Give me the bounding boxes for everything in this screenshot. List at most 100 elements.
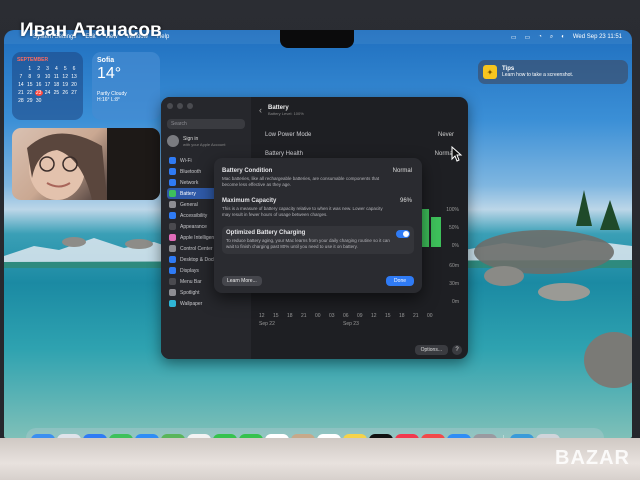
laptop-base (0, 438, 640, 480)
sidebar-item-label: Bluetooth (180, 168, 202, 175)
seller-watermark: Иван Атанасов (20, 20, 162, 41)
sidebar-item-label: Spotlight (180, 289, 200, 296)
sidebar-item-label: General (180, 201, 198, 208)
chart-x-tick-label: 06 (343, 313, 349, 319)
chart-x-tick-label: 12 (371, 313, 377, 319)
calendar-day: 26 (62, 90, 68, 96)
account-subtitle: with your Apple Account (183, 141, 226, 147)
wifi-icon[interactable]: ◔ (538, 34, 542, 40)
capacity-value: 96% (399, 198, 412, 204)
options-button[interactable]: Options... (414, 345, 448, 355)
sidebar-item-label: Desktop & Dock (180, 256, 216, 263)
calendar-day: 8 (28, 74, 32, 80)
screen: System Settings Edit View Window Help ▭ … (4, 30, 632, 438)
optimized-charging-section: Optimized Battery Charging To reduce bat… (222, 226, 414, 254)
lightbulb-icon: ✦ (483, 65, 497, 79)
calendar-day: 20 (71, 82, 77, 88)
calendar-day: 14 (18, 82, 24, 88)
chart-y-tick-label: 0m (452, 299, 459, 305)
calendar-day: 24 (44, 90, 51, 96)
chart-y-tick-label: 60m (449, 263, 459, 269)
site-watermark: BAZAR (555, 447, 630, 469)
learn-more-button[interactable]: Learn More... (222, 276, 262, 286)
chart-date-label: Sep 23 (343, 321, 359, 327)
control-center-icon[interactable]: ◐ (561, 34, 565, 40)
sidebar-item-icon (169, 212, 176, 219)
minimize-window-button[interactable] (177, 103, 183, 109)
chart-x-tick-label: 18 (287, 313, 293, 319)
chart-x-tick-label: 12 (259, 313, 265, 319)
calendar-day: 29 (26, 98, 33, 104)
notification-body: Learn how to take a screenshot. (502, 72, 574, 78)
low-power-row[interactable]: Low Power Mode Never (259, 127, 460, 142)
window-controls (167, 103, 245, 109)
low-power-select[interactable]: Never (438, 132, 454, 138)
battery-icon[interactable]: ▭ (525, 34, 531, 41)
clock[interactable]: Wed Sep 23 11:51 (573, 34, 622, 40)
calendar-blank (17, 66, 25, 72)
calendar-day: 30 (35, 98, 42, 104)
calendar-day: 7 (19, 74, 23, 80)
optimized-description: To reduce battery aging, your Mac learns… (226, 238, 390, 249)
calendar-day: 15 (26, 82, 33, 88)
close-window-button[interactable] (167, 103, 173, 109)
photos-widget[interactable] (12, 128, 160, 200)
chart-x-tick-label: 15 (385, 313, 391, 319)
portrait-photo (27, 128, 160, 200)
settings-search-input[interactable]: Search (167, 119, 245, 129)
optimized-charging-toggle[interactable] (396, 230, 410, 238)
sidebar-item-icon (169, 223, 176, 230)
calendar-day: 18 (53, 82, 60, 88)
sidebar-item-icon (169, 256, 176, 263)
capacity-title: Maximum Capacity (222, 198, 277, 204)
sidebar-item-label: Wallpaper (180, 300, 203, 307)
sidebar-item-wallpaper[interactable]: Wallpaper (167, 298, 245, 309)
sidebar-item-label: Wi-Fi (180, 157, 192, 164)
screen-mirroring-icon[interactable]: ▭ (511, 34, 517, 41)
dock: ☺▦◎✉✉➤✿■✆23☻☰✎tv♫NA⚙⬇🗑 (26, 428, 604, 438)
calendar-day: 19 (62, 82, 68, 88)
condition-value: Normal (392, 168, 412, 174)
calendar-day: 22 (26, 90, 33, 96)
weather-widget[interactable]: Sofia 14° Partly Cloudy H:16° L:8° (92, 52, 160, 120)
back-chevron-icon[interactable]: ‹ (259, 105, 262, 115)
zoom-window-button[interactable] (187, 103, 193, 109)
sidebar-item-icon (169, 267, 176, 274)
calendar-day: 2 (37, 66, 41, 72)
sidebar-item-icon (169, 179, 176, 186)
weather-high-low: H:16° L:8° (97, 97, 120, 103)
calendar-day: 28 (18, 98, 24, 104)
calendar-day: 3 (46, 66, 49, 72)
battery-level: Battery Level: 100% (268, 110, 304, 116)
calendar-widget[interactable]: SEPTEMBER 1 2 3 4 5 6 7 8 9 10 11 12 13 14 15 16 17 18 19 2… (12, 52, 83, 120)
done-button[interactable]: Done (386, 276, 414, 286)
help-button[interactable]: ? (452, 345, 462, 355)
calendar-day: 4 (54, 66, 58, 72)
sidebar-item-icon (169, 201, 176, 208)
search-icon[interactable]: ⌕ (550, 34, 553, 41)
chart-y-tick-label: 30m (449, 281, 459, 287)
sidebar-item-icon (169, 300, 176, 307)
chart-x-tick-label: 00 (315, 313, 321, 319)
chart-x-tick-label: 09 (357, 313, 363, 319)
weather-temperature: 14° (97, 65, 122, 82)
calendar-day: 27 (71, 90, 77, 96)
sidebar-item-label: Appearance (180, 223, 207, 230)
chart-x-tick-label: 18 (399, 313, 405, 319)
tips-notification[interactable]: ✦ Tips Learn how to take a screenshot. (478, 60, 628, 84)
calendar-day: 21 (18, 90, 24, 96)
chart-x-tick-label: 15 (273, 313, 279, 319)
battery-level-bar (431, 217, 441, 247)
condition-title: Battery Condition (222, 168, 273, 174)
account-sign-in[interactable]: Sign in with your Apple Account (167, 135, 245, 147)
sidebar-item-icon (169, 157, 176, 164)
sidebar-item-label: Accessibility (180, 212, 208, 219)
calendar-grid: 1 2 3 4 5 6 7 8 9 10 11 12 13 14 15 16 17 18 19 20 21 22 23 24 2… (17, 66, 78, 104)
sidebar-item-icon (169, 289, 176, 296)
chart-y-tick-label: 0% (451, 243, 459, 249)
sidebar-item-label: Network (180, 179, 199, 186)
battery-health-sheet: Battery Condition Normal Mac batteries, … (214, 158, 422, 293)
chart-y-tick-label: 50% (448, 225, 459, 231)
calendar-day: 9 (37, 74, 41, 80)
calendar-day: 1 (28, 66, 32, 72)
